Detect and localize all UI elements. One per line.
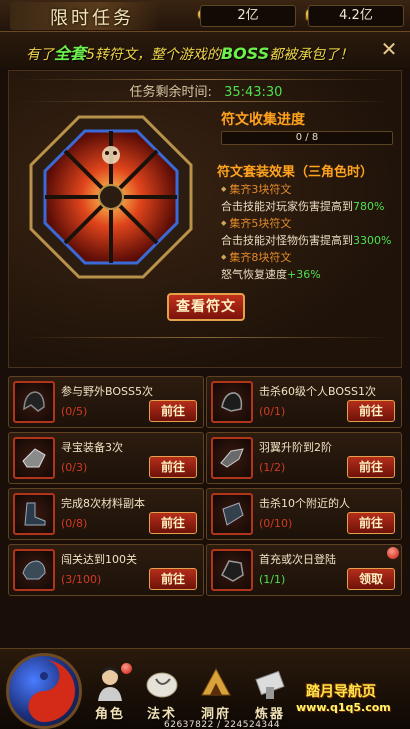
task-card: 羽翼升阶到2阶 (1/2) 前往 <box>206 432 402 484</box>
nav-character[interactable]: 角色 <box>84 663 136 725</box>
set-bonus-condition: 集齐5块符文 <box>221 217 291 230</box>
task-progress: (0/5) <box>61 405 88 418</box>
banner-pre: 有了 <box>26 47 54 63</box>
task-progress: (0/3) <box>61 461 88 474</box>
spell-book-icon <box>146 672 178 698</box>
go-button[interactable]: 前往 <box>149 512 197 534</box>
task-card: 击杀10个附近的人 (0/10) 前往 <box>206 488 402 540</box>
set-bonus-value: 3300% <box>353 234 392 247</box>
banner-highlight-full-set: 全套 <box>54 44 87 63</box>
task-card: 参与野外BOSS5次 (0/5) 前往 <box>8 376 204 428</box>
go-button[interactable]: 前往 <box>347 400 395 422</box>
character-icon <box>98 667 122 701</box>
go-button[interactable]: 前往 <box>149 400 197 422</box>
timer-label: 任务剩余时间: <box>129 85 212 100</box>
task-name: 闯关达到100关 <box>61 553 137 566</box>
nav-forge[interactable]: 炼器 <box>244 665 296 725</box>
task-card: 首充或次日登陆 (1/1) 领取 <box>206 544 402 596</box>
task-progress: (1/2) <box>259 461 286 474</box>
yin-yang-orb-icon[interactable] <box>6 653 82 729</box>
task-card: 闯关达到100关 (3/100) 前往 <box>8 544 204 596</box>
helmet-icon <box>13 549 55 591</box>
timer-row: 任务剩余时间: 35:43:30 <box>9 81 403 100</box>
task-name: 击杀10个附近的人 <box>259 497 350 510</box>
divider <box>19 79 393 80</box>
progress-title: 符文收集进度 <box>221 112 305 128</box>
server-coords: 62637822 / 224524344 <box>164 720 281 729</box>
task-progress: (0/8) <box>61 517 88 530</box>
set-bonus-8: 集齐8块符文 怒气恢复速度+36% <box>221 249 321 282</box>
set-bonus-desc-text: 怒气恢复速度 <box>221 268 287 281</box>
gauntlet-icon <box>13 437 55 479</box>
watermark-url: www.q1q5.com <box>296 701 391 714</box>
banner-mid: 5转符文，整个游戏的 <box>86 47 221 63</box>
task-name: 击杀60级个人BOSS1次 <box>259 385 376 398</box>
set-bonus-desc: 怒气恢复速度+36% <box>221 266 321 282</box>
nav-label: 角色 <box>94 707 125 722</box>
watermark-text: 踏月导航页 <box>306 684 376 700</box>
banner-post: 都被承包了！ <box>269 47 354 63</box>
gauntlet-icon <box>211 549 253 591</box>
wing-icon <box>211 437 253 479</box>
task-name: 寻宝装备3次 <box>61 441 123 454</box>
task-progress: (0/10) <box>259 517 293 530</box>
rune-progress-bar: 0 / 8 <box>221 131 393 145</box>
task-progress: (3/100) <box>61 573 102 586</box>
helmet-icon <box>211 381 253 423</box>
boots-icon <box>13 493 55 535</box>
go-button[interactable]: 前往 <box>149 568 197 590</box>
set-bonus-condition: 集齐8块符文 <box>221 251 291 264</box>
go-button[interactable]: 前往 <box>149 456 197 478</box>
go-button[interactable]: 前往 <box>347 456 395 478</box>
rune-panel: 任务剩余时间: 35:43:30 符文收集进度 0 / 8 符文套装效果（三角色… <box>8 70 402 368</box>
helmet-icon <box>13 381 55 423</box>
top-bar: 限时任务 + 2亿 + 4.2亿 <box>0 0 410 32</box>
task-name: 首充或次日登陆 <box>259 553 336 566</box>
task-progress: (1/1) <box>259 573 286 586</box>
divider <box>19 337 393 338</box>
task-progress: (0/1) <box>259 405 286 418</box>
gold-amount: 2亿 <box>200 5 296 27</box>
bottom-nav: 角色 法术 洞府 炼器 踏月导航页 www.q1q5.com 62637822 … <box>0 648 410 729</box>
bracer-icon <box>211 493 253 535</box>
set-bonus-value: 780% <box>353 200 385 213</box>
task-name: 参与野外BOSS5次 <box>61 385 153 398</box>
set-bonus-3: 集齐3块符文 合击技能对玩家伤害提高到780% <box>221 181 384 214</box>
set-bonus-desc: 合击技能对怪物伤害提高到3300% <box>221 232 391 248</box>
cave-icon <box>201 667 231 696</box>
ingot-amount: 4.2亿 <box>308 5 404 27</box>
set-bonus-value: +36% <box>287 268 321 281</box>
task-card: 击杀60级个人BOSS1次 (0/1) 前往 <box>206 376 402 428</box>
task-name: 完成8次材料副本 <box>61 497 145 510</box>
banner-highlight-boss: BOSS <box>220 44 270 63</box>
timer-value: 35:43:30 <box>224 85 283 100</box>
view-runes-button[interactable]: 查看符文 <box>167 293 245 321</box>
forge-icon <box>255 670 285 699</box>
set-bonus-desc-text: 合击技能对玩家伤害提高到 <box>221 200 353 213</box>
divider <box>19 101 393 102</box>
nav-spells[interactable]: 法术 <box>136 665 188 725</box>
claim-button[interactable]: 领取 <box>347 568 395 590</box>
set-bonus-desc-text: 合击技能对怪物伤害提高到 <box>221 234 353 247</box>
task-card: 寻宝装备3次 (0/3) 前往 <box>8 432 204 484</box>
notification-dot <box>387 547 399 559</box>
set-bonus-title: 符文套装效果（三角色时） <box>217 165 374 180</box>
set-bonus-condition: 集齐3块符文 <box>221 183 291 196</box>
task-card: 完成8次材料副本 (0/8) 前往 <box>8 488 204 540</box>
banner-text: 有了全套5转符文，整个游戏的BOSS都被承包了！ <box>26 40 353 64</box>
go-button[interactable]: 前往 <box>347 512 395 534</box>
nav-cave[interactable]: 洞府 <box>190 665 242 725</box>
set-bonus-desc: 合击技能对玩家伤害提高到780% <box>221 198 384 214</box>
page-title: 限时任务 <box>10 2 160 30</box>
promo-banner: 有了全套5转符文，整个游戏的BOSS都被承包了！ ✕ <box>0 32 410 68</box>
rune-progress-text: 0 / 8 <box>295 132 319 143</box>
close-icon[interactable]: ✕ <box>378 38 400 60</box>
task-name: 羽翼升阶到2阶 <box>259 441 332 454</box>
rune-wheel-icon[interactable] <box>27 113 195 281</box>
set-bonus-5: 集齐5块符文 合击技能对怪物伤害提高到3300% <box>221 215 391 248</box>
